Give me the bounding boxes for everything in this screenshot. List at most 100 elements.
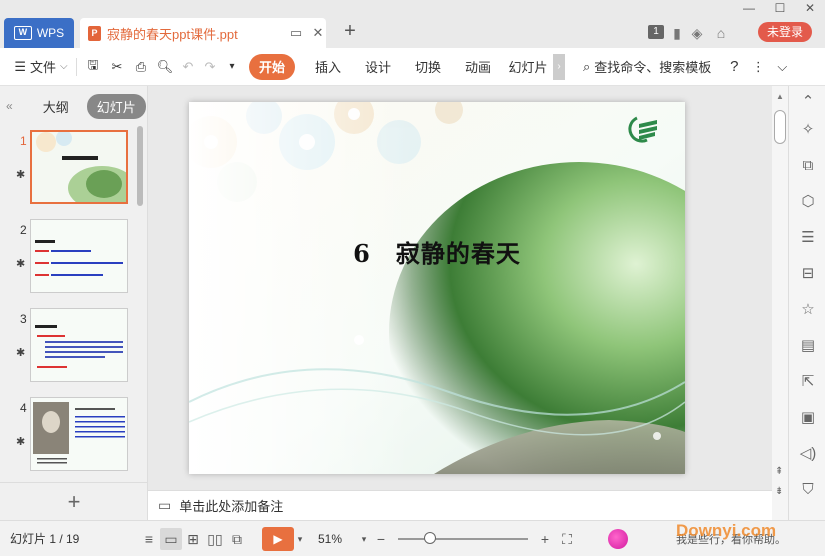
new-tab-button[interactable]: + [340,20,360,43]
image-icon[interactable]: ▣ [798,408,818,428]
redo-icon[interactable]: ↷ [199,54,221,80]
wps-home-tab[interactable]: W WPS [4,18,74,48]
login-button[interactable]: 未登录 [758,22,812,42]
status-bar: 幻灯片 1 / 19 ≡ ▭ ⊞ ▯▯ ⧉ ▶ ▾ 51% ▾ − + ⛶ 我是… [0,520,825,556]
search-icon: ⌕ [583,58,591,74]
notes-placeholder: 单击此处添加备注 [179,499,284,514]
slide-thumbnail-image [30,308,128,382]
animation-star-icon: ✱ [16,436,26,448]
slide-canvas: 6 寂静的春天 [148,86,788,490]
command-search[interactable]: ⌕ 查找命令、搜索模板 [583,54,711,80]
slide-thumbnail-image [30,397,128,471]
zoom-in-icon[interactable]: + [534,528,556,550]
slide-thumbnail-1[interactable]: 1 ✱ [0,130,148,210]
notes-bar[interactable]: ▭ 单击此处添加备注 [148,490,772,520]
shirt-skin-icon[interactable]: ⌂ [712,24,730,42]
presenter-view-icon[interactable]: ⧉ [226,528,248,550]
play-slideshow-button[interactable]: ▶ [262,526,294,551]
document-tab[interactable]: P 寂静的春天ppt课件.ppt ▭ ✕ [80,18,326,48]
slide-background-image [189,102,685,474]
layout-icon[interactable]: ▮ [668,24,686,42]
close-tab-icon[interactable]: ✕ [310,25,326,41]
format-painter-icon[interactable]: ✂ [105,54,129,80]
canvas-vertical-scrollbar[interactable]: ▲ ⇞ ⇟ [772,86,788,520]
help-icon[interactable]: ? [721,54,747,80]
minimize-icon[interactable]: — [738,0,760,16]
favorite-star-icon[interactable]: ☆ [798,300,818,320]
ruler-icon[interactable]: ⊟ [798,264,818,284]
title-bar: W WPS P 寂静的春天ppt课件.ppt ▭ ✕ + — ☐ ✕ 1 ▮ ◈… [0,0,825,48]
shield-icon[interactable]: ⛉ [798,480,818,500]
slide-thumbnail-panel: « 大纲 幻灯片 1 ✱ 2 ✱ 3 ✱ 4 ✱ + [0,86,148,520]
reading-view-icon[interactable]: ▯▯ [204,528,226,550]
slide-number: 4 [20,401,27,415]
share-icon[interactable]: ⇱ [798,372,818,392]
zoom-dropdown-icon[interactable]: ▾ [358,528,370,550]
fit-to-window-icon[interactable]: ⛶ [556,528,578,550]
ppt-file-icon: P [88,25,101,41]
menu-tab-insert[interactable]: 插入 [303,54,353,80]
slide-number: 3 [20,312,27,326]
ribbon-toolbar: ☰ 文件 ⌵ 🖫 ✂ ⎙ 🔍︎ ↶ ↷ ▾ 开始 插入 设计 切换 动画 幻灯片… [0,48,825,86]
scroll-up-icon[interactable]: ▲ [776,92,784,101]
undo-icon[interactable]: ↶ [177,54,199,80]
shape-icon[interactable]: ⬡ [798,192,818,212]
zoom-slider-knob[interactable] [424,531,436,544]
quick-access-dropdown-icon[interactable]: ▾ [221,54,243,80]
previous-page-icon[interactable]: ⇞ [775,466,783,477]
slide-thumbnail-image [30,219,128,293]
zoom-out-icon[interactable]: − [370,528,392,550]
toolbar-divider [76,57,77,76]
menu-tab-transition[interactable]: 切换 [403,54,453,80]
document-tab-title: 寂静的春天ppt课件.ppt [107,26,238,42]
menu-tab-design[interactable]: 设计 [353,54,403,80]
command-search-label: 查找命令、搜索模板 [594,60,712,75]
slide-sorter-icon[interactable]: ⊞ [182,528,204,550]
menu-tab-start[interactable]: 开始 [249,53,296,80]
print-preview-icon[interactable]: 🔍︎ [153,54,177,80]
add-slide-button[interactable]: + [0,482,148,520]
zoom-slider[interactable] [398,531,528,544]
menu-tab-slideshow[interactable]: 幻灯片 [503,54,553,80]
save-icon[interactable]: 🖫 [81,54,105,80]
slide-indicator: 幻灯片 1 / 19 [10,532,80,546]
slide-thumbnail-2[interactable]: 2 ✱ [0,219,148,299]
slide-thumbnail-3[interactable]: 3 ✱ [0,308,148,388]
window-count-badge[interactable]: 1 [648,25,664,39]
slide-logo-icon [628,116,657,143]
expand-pane-icon[interactable]: ⌃ [798,92,818,112]
normal-view-icon[interactable]: ▭ [160,527,182,550]
more-options-icon[interactable]: ⋮ [747,54,769,80]
animation-star-icon: ✱ [16,347,26,359]
menu-tab-animation[interactable]: 动画 [453,54,503,80]
slide-title[interactable]: 6 寂静的春天 [189,234,685,269]
magic-star-icon[interactable]: ✧ [798,120,818,140]
archive-icon[interactable]: ▤ [798,336,818,356]
file-menu[interactable]: ☰ 文件 ⌵ [10,54,72,80]
collapse-panel-icon[interactable]: « [6,99,13,113]
animation-star-icon: ✱ [16,258,26,270]
slide-number: 2 [20,223,27,237]
slide-thumbnail-4[interactable]: 4 ✱ [0,397,148,477]
adjust-settings-icon[interactable]: ☰ [798,228,818,248]
tab-slides[interactable]: 幻灯片 [86,93,146,119]
zoom-level[interactable]: 51% [318,532,358,546]
slide-list-menu-icon[interactable]: ≡ [138,528,160,550]
play-options-chevron-icon[interactable]: ▾ [294,528,306,550]
tab-outline[interactable]: 大纲 [33,94,79,119]
scrollbar-thumb[interactable] [774,110,786,144]
slide-number: 1 [20,134,27,148]
chevron-down-icon: ⌵ [60,61,68,72]
audio-icon[interactable]: ◁) [798,444,818,464]
file-menu-label: 文件 [30,60,57,75]
print-icon[interactable]: ⎙ [129,54,153,80]
current-slide[interactable]: 6 寂静的春天 [189,102,685,474]
close-window-icon[interactable]: ✕ [799,0,821,16]
maximize-icon[interactable]: ☐ [769,0,791,16]
next-page-icon[interactable]: ⇟ [775,486,783,497]
diamond-icon[interactable]: ◈ [688,24,706,42]
ribbon-scroll-right-icon[interactable]: › [553,53,566,80]
tab-monitor-icon[interactable]: ▭ [288,25,304,41]
replace-icon[interactable]: ⧉ [798,156,818,176]
collapse-ribbon-icon[interactable]: ⌵ [769,54,795,80]
